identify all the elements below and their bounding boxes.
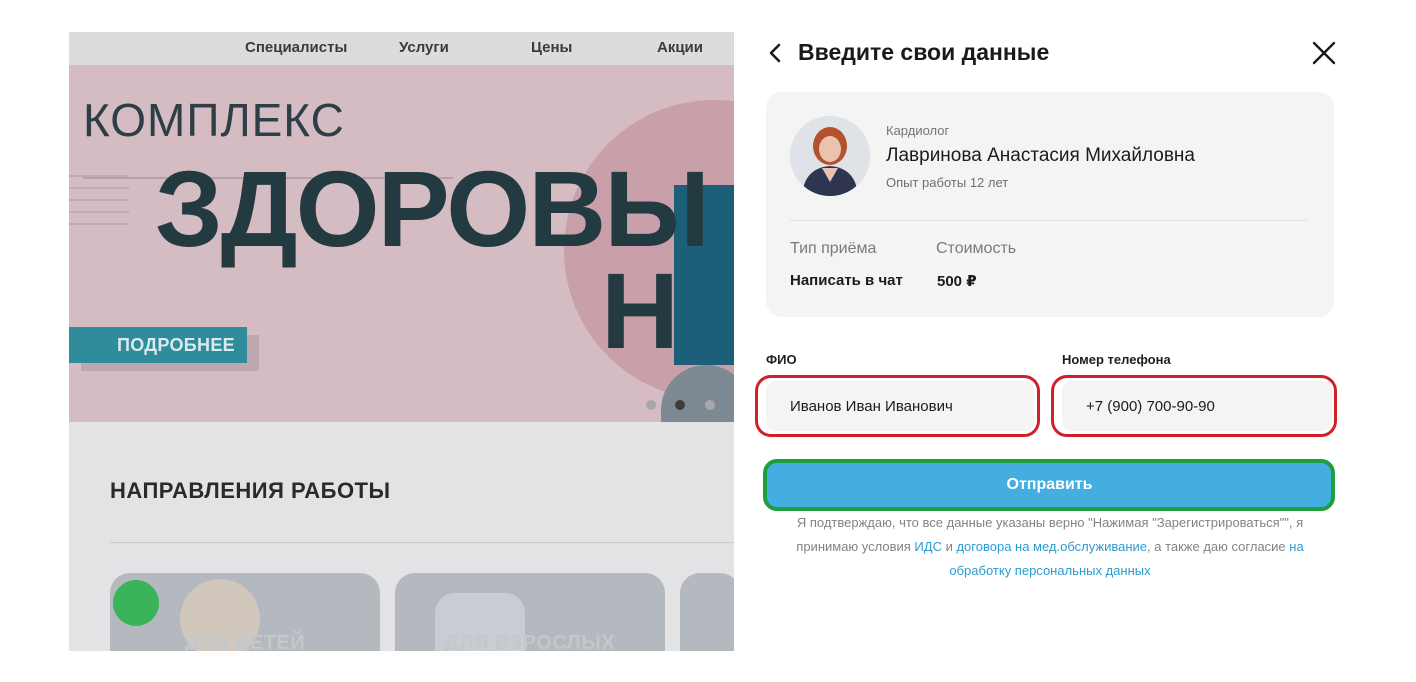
- doctor-info-card: Кардиолог Лавринова Анастасия Михайловна…: [766, 92, 1334, 317]
- carousel-dot[interactable]: [705, 400, 715, 410]
- carousel-dot-active[interactable]: [675, 400, 685, 410]
- whatsapp-chat-icon[interactable]: [113, 580, 159, 626]
- banner-big-title-second-line: Н: [601, 250, 679, 371]
- cost-label: Стоимость: [936, 240, 1017, 257]
- nav-item-services[interactable]: Услуги: [399, 39, 449, 56]
- background-website: Специалисты Услуги Цены Акции КОМПЛЕКС З…: [69, 32, 734, 651]
- doctor-avatar: [790, 116, 870, 196]
- close-icon[interactable]: [1311, 40, 1337, 66]
- section-divider: [110, 542, 734, 543]
- ids-link[interactable]: ИДС: [914, 539, 942, 554]
- direction-card-label: ДЛЯ ДЕТЕЙ: [184, 632, 306, 651]
- consent-text-part: , а также даю согласие: [1147, 539, 1290, 554]
- doctor-experience: Опыт работы 12 лет: [886, 175, 1009, 190]
- direction-card-partial[interactable]: [680, 573, 734, 651]
- banner-small-title: КОМПЛЕКС: [83, 94, 345, 146]
- nav-item-specialists[interactable]: Специалисты: [245, 39, 347, 56]
- banner-decoration-stripes: [69, 175, 129, 235]
- promo-banner[interactable]: КОМПЛЕКС ЗДОРОВЫ Н ПОДРОБНЕЕ: [69, 65, 734, 422]
- form-title: Введите свои данные: [798, 39, 1050, 65]
- section-title: НАПРАВЛЕНИЯ РАБОТЫ: [110, 478, 391, 503]
- doctor-photo-icon: [790, 116, 870, 196]
- top-navigation: Специалисты Услуги Цены Акции: [69, 32, 734, 65]
- banner-big-title: ЗДОРОВЫ: [155, 148, 710, 269]
- banner-more-button-label: ПОДРОБНЕЕ: [117, 335, 235, 355]
- info-divider: [790, 220, 1308, 221]
- appointment-type-label: Тип приёма: [790, 240, 877, 257]
- direction-card-adults[interactable]: ДЛЯ ВЗРОСЛЫХ: [395, 573, 665, 651]
- contract-link[interactable]: договора на мед.обслуживание: [956, 539, 1147, 554]
- phone-input[interactable]: [1062, 381, 1332, 431]
- consent-text: Я подтверждаю, что все данные указаны ве…: [766, 511, 1334, 583]
- nav-item-prices[interactable]: Цены: [531, 39, 572, 56]
- appointment-type-value: Написать в чат: [790, 272, 903, 289]
- nav-item-promotions[interactable]: Акции: [657, 39, 703, 56]
- cost-value: 500 ₽: [937, 273, 977, 290]
- doctor-name: Лавринова Анастасия Михайловна: [886, 145, 1195, 166]
- submit-button[interactable]: Отправить: [767, 462, 1332, 508]
- carousel-dot[interactable]: [646, 400, 656, 410]
- full-name-input[interactable]: [766, 381, 1034, 431]
- doctor-specialty: Кардиолог: [886, 123, 950, 138]
- full-name-label: ФИО: [766, 352, 797, 367]
- direction-card-label: ДЛЯ ВЗРОСЛЫХ: [444, 632, 616, 651]
- back-arrow-icon[interactable]: [766, 42, 784, 64]
- consent-text-part: и: [941, 539, 957, 554]
- banner-more-button[interactable]: ПОДРОБНЕЕ: [69, 327, 247, 363]
- phone-label: Номер телефона: [1062, 352, 1171, 367]
